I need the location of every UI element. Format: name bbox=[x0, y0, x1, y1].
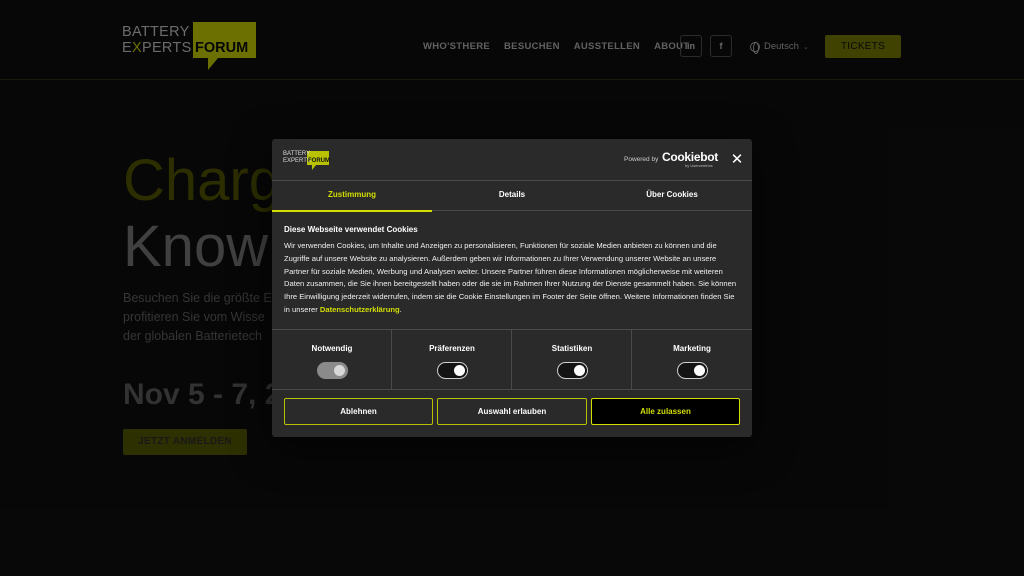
dialog-body: Wir verwenden Cookies, um Inhalte und An… bbox=[284, 240, 740, 317]
toggle-knob bbox=[574, 365, 585, 376]
privacy-policy-link[interactable]: Datenschutzerklärung bbox=[320, 305, 400, 314]
allow-all-button[interactable]: Alle zulassen bbox=[591, 398, 740, 425]
dialog-body-end: . bbox=[399, 304, 402, 314]
toggle-necessary bbox=[317, 362, 348, 379]
consent-label: Marketing bbox=[673, 344, 711, 353]
consent-necessary: Notwendig bbox=[272, 330, 392, 390]
tab-zustimmung[interactable]: Zustimmung bbox=[272, 181, 432, 212]
powered-by-label: Powered by bbox=[624, 156, 659, 163]
dialog-logo-tail bbox=[312, 165, 316, 170]
allow-selection-button[interactable]: Auswahl erlauben bbox=[437, 398, 587, 425]
tab-details[interactable]: Details bbox=[432, 181, 592, 211]
tab-ueber-cookies[interactable]: Über Cookies bbox=[592, 181, 752, 211]
cookiebot-sub: by Usercentrics bbox=[685, 163, 713, 168]
dialog-logo-forum: FORUM bbox=[308, 158, 330, 164]
toggle-statistics[interactable] bbox=[557, 362, 588, 379]
dialog-title: Diese Webseite verwendet Cookies bbox=[284, 225, 418, 234]
dialog-logo-line2: EXPERTS bbox=[283, 158, 311, 164]
dialog-header: BATTERY EXPERTS FORUM Powered by Cookieb… bbox=[272, 139, 752, 181]
consent-categories: Notwendig Präferenzen Statistiken Market… bbox=[272, 329, 752, 390]
dialog-logo: BATTERY EXPERTS FORUM bbox=[283, 151, 331, 171]
consent-statistics: Statistiken bbox=[512, 330, 632, 390]
close-icon[interactable]: ✕ bbox=[727, 150, 747, 170]
consent-label: Notwendig bbox=[311, 344, 353, 353]
cookiebot-logo[interactable]: Cookiebot bbox=[662, 150, 718, 164]
consent-marketing: Marketing bbox=[632, 330, 752, 390]
dialog-body-text: Wir verwenden Cookies, um Inhalte und An… bbox=[284, 241, 737, 314]
consent-label: Statistiken bbox=[551, 344, 593, 353]
cookie-consent-dialog: BATTERY EXPERTS FORUM Powered by Cookieb… bbox=[272, 139, 752, 437]
toggle-preferences[interactable] bbox=[437, 362, 468, 379]
dialog-tabs: Zustimmung Details Über Cookies bbox=[272, 181, 752, 212]
dialog-logo-line1: BATTERY bbox=[283, 151, 311, 157]
consent-preferences: Präferenzen bbox=[392, 330, 512, 390]
toggle-knob bbox=[694, 365, 705, 376]
reject-button[interactable]: Ablehnen bbox=[284, 398, 433, 425]
toggle-marketing[interactable] bbox=[677, 362, 708, 379]
toggle-knob bbox=[334, 365, 345, 376]
toggle-knob bbox=[454, 365, 465, 376]
consent-label: Präferenzen bbox=[429, 344, 475, 353]
